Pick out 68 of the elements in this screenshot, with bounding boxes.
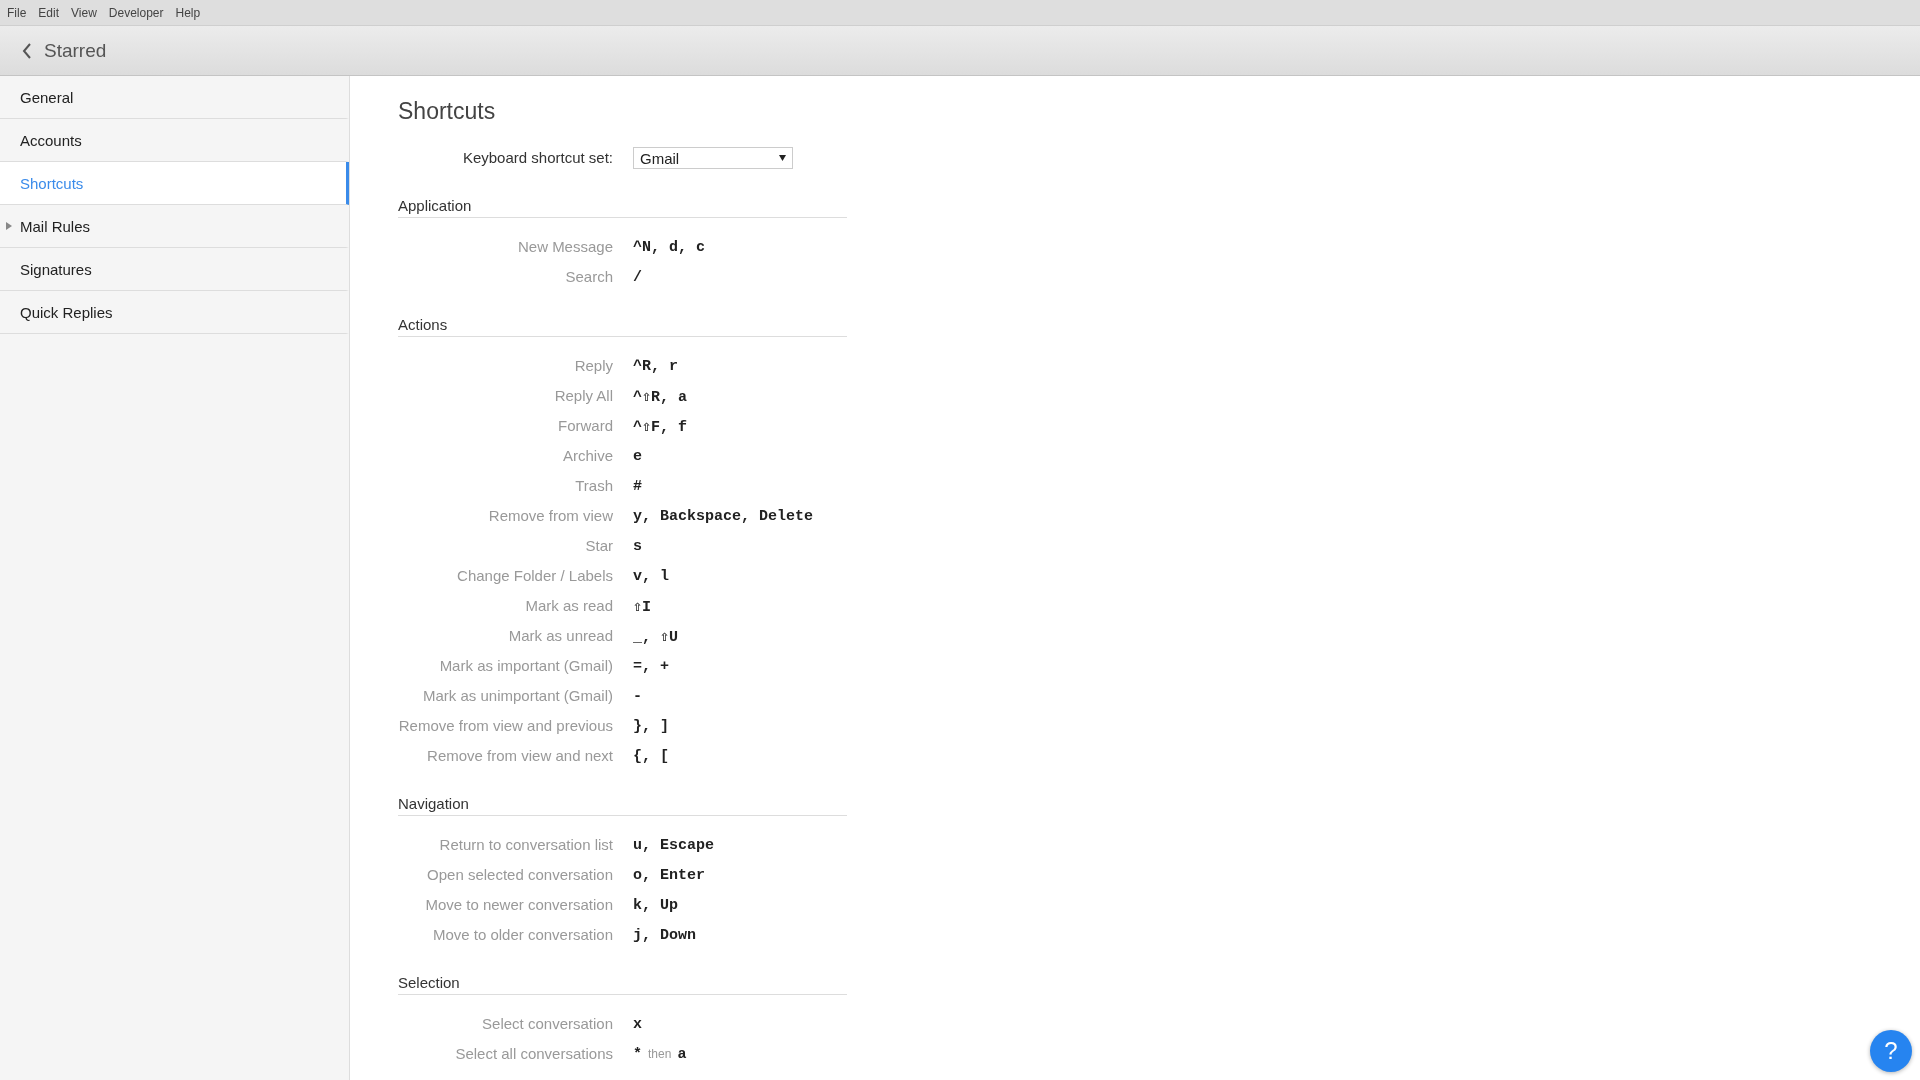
sidebar-item[interactable]: Shortcuts (0, 162, 349, 205)
shortcut-keys: k, Up (633, 896, 678, 914)
shortcut-action: Forward (558, 417, 613, 434)
shortcut-action: Move to newer conversation (425, 896, 613, 913)
shortcut-action: Remove from view (488, 507, 613, 524)
shortcut-keys: ^N, d, c (633, 238, 705, 256)
shortcut-keys: # (633, 477, 642, 495)
shortcut-action: Mark as unimportant (Gmail) (422, 687, 613, 704)
shortcut-action: Trash (575, 477, 613, 494)
section-heading: Navigation (398, 795, 847, 816)
shortcut-keys: a (677, 1045, 687, 1063)
shortcut-action: Archive (562, 447, 613, 464)
shortcut-action: New Message (517, 238, 613, 255)
section-heading: Selection (398, 974, 847, 995)
shortcut-keys: ⇧I (633, 596, 652, 616)
shortcut-action: Mark as unread (508, 627, 613, 644)
shortcut-keys: e (633, 447, 642, 465)
shortcut-action: Mark as read (525, 597, 613, 614)
shortcut-action: Search (565, 268, 613, 285)
shortcut-action: Select all conversations (455, 1045, 613, 1062)
header-title: Starred (44, 39, 107, 62)
joiner-text: then (648, 1046, 672, 1061)
shortcut-action: Select conversation (482, 1015, 613, 1032)
shortcut-action: Remove from view and previous (398, 717, 613, 734)
shortcut-keys: ^⇧R, a (633, 386, 688, 406)
shortcut-action: Remove from view and next (427, 747, 613, 764)
shortcut-keys: - (633, 687, 642, 705)
page-title: Shortcuts (398, 97, 497, 125)
shortcut-action: Change Folder / Labels (457, 567, 613, 584)
menu-item[interactable]: File (3, 5, 31, 20)
shortcut-keys: {, [ (633, 747, 669, 765)
shortcut-keys: }, ] (633, 717, 669, 735)
dropdown-caret-icon (779, 155, 786, 161)
shortcut-keys: o, Enter (633, 866, 705, 884)
section-heading: Application (398, 197, 847, 218)
menu-item[interactable]: View (67, 5, 101, 20)
shortcut-keys: * (633, 1045, 642, 1063)
shortcut-keys: =, + (633, 657, 669, 675)
field-label: Keyboard shortcut set: (462, 149, 613, 166)
shortcut-keys: u, Escape (633, 836, 714, 854)
shortcut-keys: / (633, 268, 642, 286)
sidebar-item[interactable]: Quick Replies (0, 291, 349, 334)
shortcut-keys: j, Down (633, 926, 696, 944)
shortcut-action: Open selected conversation (427, 866, 613, 883)
back-icon[interactable] (22, 42, 32, 59)
shortcut-keys: ^R, r (633, 357, 678, 375)
shortcut-keys: y, Backspace, Delete (633, 507, 814, 525)
shortcut-action: Star (585, 537, 613, 554)
menu-item[interactable]: Edit (34, 5, 64, 20)
shortcut-action: Return to conversation list (439, 836, 613, 853)
menu-item[interactable]: Developer (104, 5, 168, 20)
sidebar-item[interactable]: General (0, 76, 349, 119)
sidebar-item[interactable]: Signatures (0, 248, 349, 291)
shortcut-keys: _, ⇧U (633, 626, 679, 646)
shortcut-action: Reply (574, 357, 613, 374)
section-heading: Actions (398, 316, 847, 337)
sidebar-item[interactable]: Mail Rules (0, 205, 349, 248)
shortcut-keys: ^⇧F, f (633, 416, 688, 436)
shortcut-action: Reply All (554, 387, 613, 404)
shortcut-action: Mark as important (Gmail) (439, 657, 613, 674)
shortcut-keys: s (633, 537, 642, 555)
shortcut-keys: x (633, 1015, 642, 1033)
shortcut-set-dropdown[interactable]: Gmail (633, 147, 793, 169)
expand-icon[interactable] (6, 222, 12, 230)
help-button[interactable]: ? (1870, 1030, 1912, 1072)
shortcut-keys: v, l (633, 567, 669, 585)
menu-item[interactable]: Help (171, 5, 205, 20)
shortcut-action: Move to older conversation (432, 926, 613, 943)
